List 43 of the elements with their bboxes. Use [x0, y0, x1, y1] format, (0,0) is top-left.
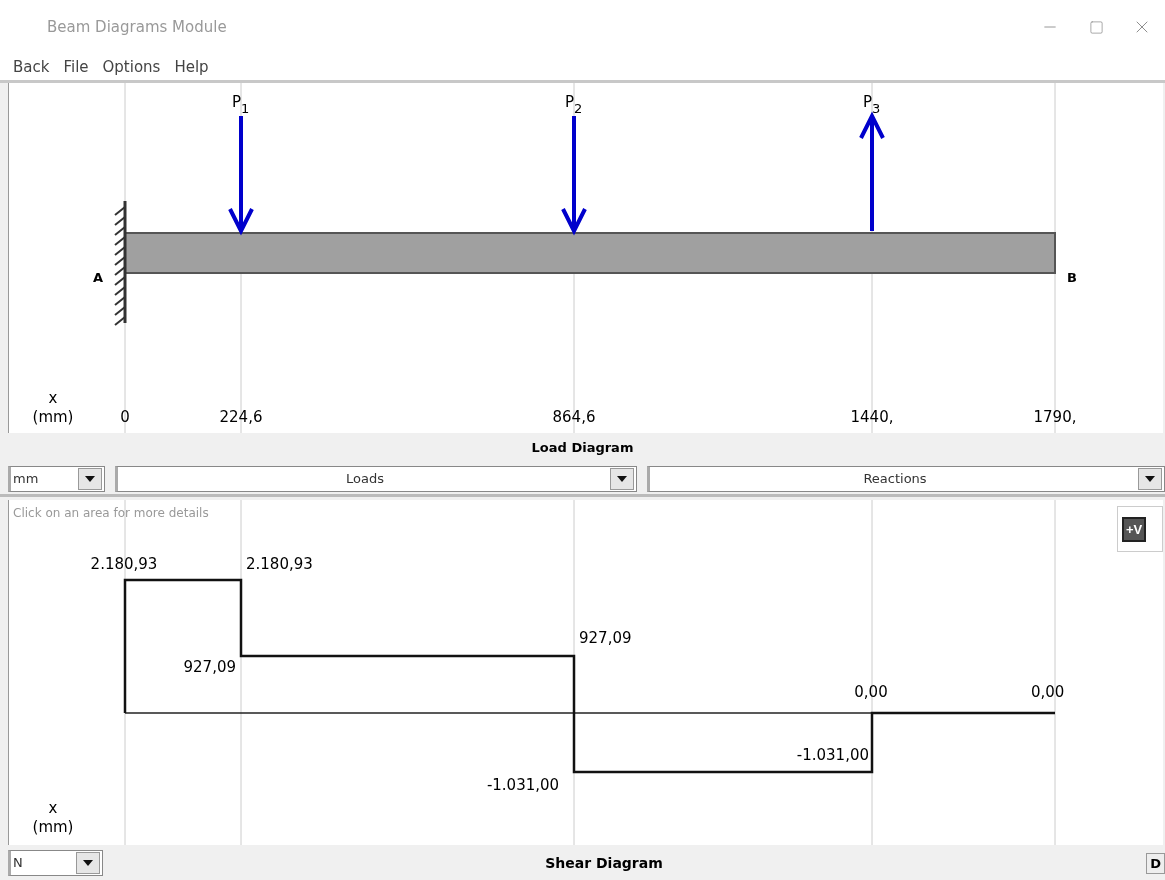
position-label: 1440,: [850, 408, 894, 427]
hint-text: Click on an area for more details: [13, 506, 209, 521]
down-arrow-icon: [561, 116, 587, 236]
axis-label: (mm): [32, 818, 74, 837]
loads-dropdown[interactable]: Loads: [115, 465, 637, 492]
support-label: A: [93, 270, 104, 286]
sign-toggle-button[interactable]: +V: [1117, 506, 1163, 553]
panel-title: Load Diagram: [530, 439, 635, 458]
caret-icon: [85, 475, 95, 482]
load-label: P$_{3}$: [863, 93, 881, 117]
value-label: -1.031,00: [796, 746, 869, 765]
end-label: B: [1067, 270, 1077, 286]
value-label: 2.180,93: [246, 555, 313, 574]
axis-label: x: [48, 799, 58, 818]
caret-icon: [1145, 475, 1155, 482]
value-label: -1.031,00: [486, 776, 560, 795]
menu-item[interactable]: Back: [13, 58, 50, 77]
caret-icon: [617, 475, 627, 482]
position-label: 0: [120, 408, 130, 427]
value-label: 2.180,93: [90, 555, 158, 574]
axis-label: (mm): [32, 408, 74, 427]
position-label: 224,6: [219, 408, 263, 427]
load-label: P$_{1}$: [232, 93, 250, 117]
axis-label: x: [48, 389, 58, 408]
value-label: 0,00: [1031, 683, 1065, 702]
window-title: Beam Diagrams Module: [47, 18, 228, 37]
unit-dropdown[interactable]: N: [8, 849, 103, 876]
menu-item[interactable]: File: [63, 58, 89, 77]
menu-item[interactable]: Help: [174, 58, 209, 77]
position-label: 1790,: [1033, 408, 1077, 427]
down-arrow-icon: [228, 116, 254, 236]
position-label: 864,6: [552, 408, 596, 427]
unit-dropdown[interactable]: mm: [8, 465, 105, 492]
reactions-dropdown[interactable]: Reactions: [647, 465, 1165, 492]
caret-icon: [83, 859, 93, 866]
menu-item[interactable]: Options: [102, 58, 161, 77]
up-arrow-icon: [859, 111, 885, 232]
value-label: 927,09: [183, 658, 236, 677]
panel-title: Shear Diagram: [544, 854, 664, 871]
value-label: 0,00: [854, 683, 888, 702]
value-label: 927,09: [579, 629, 632, 648]
d-button[interactable]: D: [1146, 853, 1165, 875]
load-label: P$_{2}$: [565, 93, 583, 117]
